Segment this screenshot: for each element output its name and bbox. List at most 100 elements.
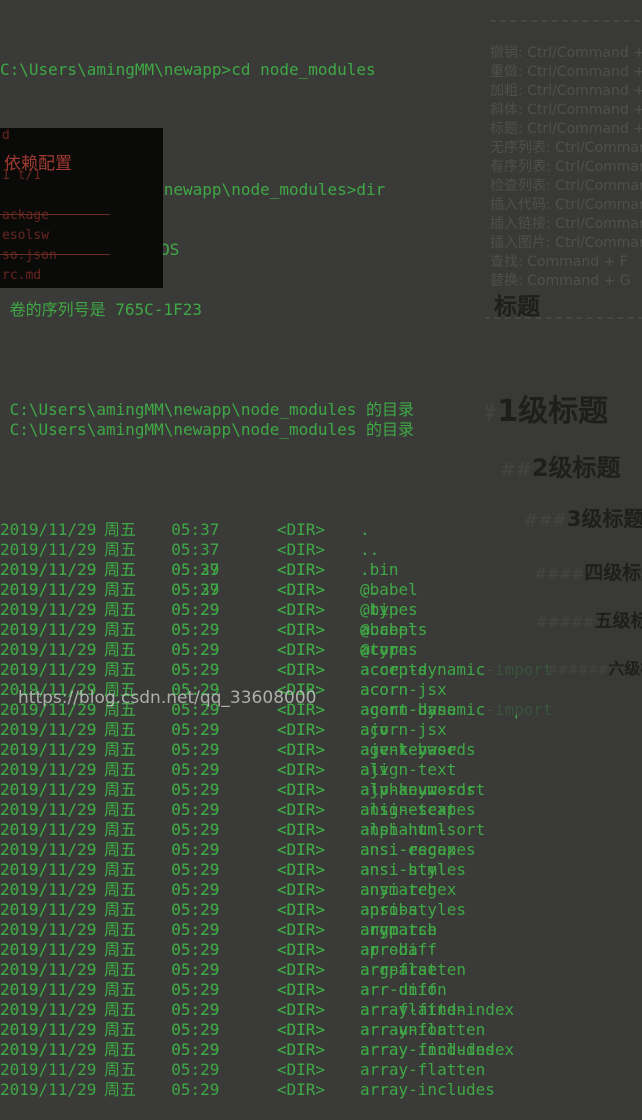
entry-date: 2019/11/29 — [0, 800, 97, 819]
entry-name: alphanum-sort — [360, 820, 486, 839]
entry-weekday: 周五 — [104, 580, 137, 599]
directory-entry-row: 2019/11/29 周五 05:29 <DIR> arr-diff — [0, 980, 642, 1000]
markdown-shortcut-item: 检查列表: Ctrl/Command + Shift + C — [490, 177, 642, 196]
entry-date: 2019/11/29 — [0, 740, 97, 759]
entry-type: <DIR> — [248, 1000, 326, 1019]
entry-name: . — [360, 560, 370, 579]
md-heading-6-block: ######六级标题 — [548, 655, 642, 679]
markdown-shortcut-item: 有序列表: Ctrl/Command + Shift + O — [490, 158, 642, 177]
entry-time: 05:29 — [152, 920, 220, 939]
entry-date: 2019/11/29 — [0, 960, 97, 979]
markdown-shortcut-label: 加粗: — [490, 83, 528, 99]
directory-entry-row: 2019/11/29 周五 05:29 <DIR> arr-union — [0, 1020, 642, 1040]
entry-name: .bin — [360, 600, 399, 619]
entry-type: <DIR> — [248, 860, 326, 879]
entry-time: 05:29 — [152, 1080, 220, 1099]
markdown-shortcut-item: 撤销: Ctrl/Command + Z — [490, 44, 642, 63]
entry-date: 2019/11/29 — [0, 1080, 97, 1099]
entry-time: 05:29 — [152, 640, 220, 659]
markdown-shortcut-keys: Ctrl/Command + B — [527, 83, 642, 99]
entry-time: 05:29 — [152, 740, 220, 759]
entry-type: <DIR> — [248, 760, 326, 779]
entry-weekday: 周五 — [104, 560, 137, 579]
markdown-shortcut-label: 标题: — [490, 121, 528, 137]
markdown-shortcut-keys: Ctrl/Command + I — [527, 102, 642, 118]
markdown-shortcut-item: 插入链接: Ctrl/Command + Shift + L — [490, 215, 642, 234]
entry-time: 05:29 — [152, 800, 220, 819]
entry-weekday: 周五 — [104, 720, 137, 739]
entry-date: 2019/11/29 — [0, 660, 97, 679]
markdown-shortcut-keys: Ctrl/Command + Shift + L — [555, 216, 642, 232]
entry-weekday: 周五 — [104, 780, 137, 799]
md-heading-1-text: 1级标题 — [497, 394, 609, 429]
markdown-shortcut-item: 插入图片: Ctrl/Command + Shift + G — [490, 234, 642, 253]
entry-time: 05:29 — [152, 840, 220, 859]
entry-name: ajv — [360, 760, 389, 779]
markdown-shortcut-label: 撤销: — [490, 45, 528, 61]
ghost-red-title: 依赖配置 — [4, 154, 72, 174]
entry-weekday: 周五 — [104, 600, 137, 619]
entry-weekday: 周五 — [104, 840, 137, 859]
directory-entry-row: 2019/11/29 周五 05:29 <DIR> agent-base — [0, 740, 642, 760]
entry-date: 2019/11/29 — [0, 600, 97, 619]
entry-weekday: 周五 — [104, 1000, 137, 1019]
entry-type: <DIR> — [248, 900, 326, 919]
md-heading-5-hashes: ##### — [536, 615, 595, 631]
directory-entry-row: 2019/11/29 周五 05:29 <DIR> argparse — [0, 960, 642, 980]
entry-type: <DIR> — [248, 980, 326, 999]
directory-entry-row: 2019/11/29 周五 05:29 <DIR> ajv — [0, 760, 642, 780]
entry-type: <DIR> — [248, 600, 326, 619]
md-divider-top — [490, 20, 640, 22]
entry-time: 05:29 — [152, 760, 220, 779]
entry-time: 05:29 — [152, 860, 220, 879]
entry-weekday: 周五 — [104, 800, 137, 819]
markdown-shortcut-keys: Ctrl/Command + Shift + K — [555, 197, 642, 213]
markdown-shortcut-keys: Ctrl/Command + Shift + H — [527, 121, 642, 137]
markdown-shortcut-item: 无序列表: Ctrl/Command + Shift + U — [490, 139, 642, 158]
entry-time: 05:29 — [152, 1060, 220, 1079]
entry-date: 2019/11/29 — [0, 640, 97, 659]
entry-name: argparse — [360, 960, 438, 979]
entry-name: array-flatten — [360, 1060, 486, 1079]
entry-type: <DIR> — [248, 960, 326, 979]
entry-name: ajv-keywords — [360, 780, 476, 799]
md-heading-6-text: 六级标题 — [608, 659, 642, 678]
md-section-title-block: 标题 — [494, 287, 642, 321]
directory-entry-row: 2019/11/29 周五 05:29 <DIR> ansi-styles — [0, 900, 642, 920]
markdown-shortcut-keys: Command + F — [527, 254, 628, 270]
directory-entry-row: 2019/11/29 周五 05:29 <DIR> anymatch — [0, 920, 642, 940]
entry-name: ansi-styles — [360, 900, 466, 919]
directory-entry-row: 2019/11/29 周五 05:29 <DIR> ansi-regex — [0, 880, 642, 900]
markdown-shortcut-item: 查找: Command + F — [490, 253, 642, 272]
entry-type: <DIR> — [248, 620, 326, 639]
markdown-shortcut-label: 插入图片: — [490, 235, 556, 251]
entry-type: <DIR> — [248, 840, 326, 859]
entry-date: 2019/11/29 — [0, 1000, 97, 1019]
markdown-shortcut-keys: Ctrl/Command + Shift + O — [555, 159, 642, 175]
entry-weekday: 周五 — [104, 1020, 137, 1039]
md-heading-2-block: ##2级标题 — [500, 448, 642, 483]
entry-weekday: 周五 — [104, 660, 137, 679]
directory-entry-row: 2019/11/29 周五 05:29 <DIR> ansi-escapes — [0, 840, 642, 860]
entry-date: 2019/11/29 — [0, 920, 97, 939]
entry-weekday: 周五 — [104, 940, 137, 959]
directory-entry-row: 2019/11/29 周五 05:29 <DIR> array-includes — [0, 1080, 642, 1100]
entry-date: 2019/11/29 — [0, 760, 97, 779]
entry-weekday: 周五 — [104, 1040, 137, 1059]
entry-weekday: 周五 — [104, 920, 137, 939]
entry-type: <DIR> — [248, 560, 326, 579]
entry-type: <DIR> — [248, 880, 326, 899]
entry-time: 05:29 — [152, 940, 220, 959]
markdown-shortcut-keys: Ctrl/Command + Shift + G — [555, 235, 642, 251]
md-heading-5-text: 五级标题 — [594, 611, 642, 632]
entry-time: 05:37 — [152, 580, 220, 599]
directory-entry-row: 2019/11/29 周五 05:29 <DIR> acorn-jsx — [0, 720, 642, 740]
entry-type: <DIR> — [248, 780, 326, 799]
entry-date: 2019/11/29 — [0, 940, 97, 959]
markdown-shortcut-label: 查找: — [490, 254, 528, 270]
markdown-shortcut-label: 检查列表: — [490, 178, 556, 194]
md-heading-3-text: 3级标题 — [566, 507, 642, 531]
markdown-help-panel[interactable]: 撤销: Ctrl/Command + Z重做: Ctrl/Command + Y… — [486, 0, 642, 715]
directory-entry-row: 2019/11/29 周五 05:29 <DIR> alphanum-sort — [0, 820, 642, 840]
entry-time: 05:29 — [152, 600, 220, 619]
